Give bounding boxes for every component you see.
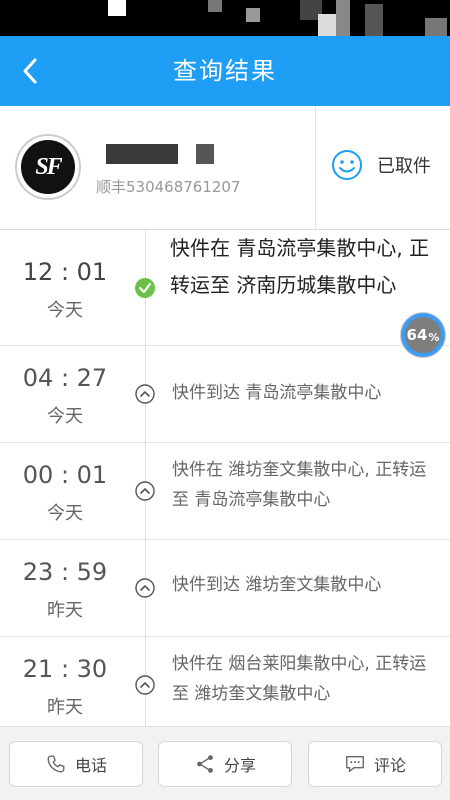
chevron-up-circle-icon: [135, 578, 155, 598]
smiley-icon: [332, 150, 362, 180]
package-card: SF 顺丰530468761207 已取件: [0, 106, 450, 230]
chevron-up-circle-icon: [135, 481, 155, 501]
timeline-day: 今天: [47, 300, 83, 321]
timeline-day: 昨天: [47, 600, 83, 621]
comment-label: 评论: [373, 756, 406, 775]
timeline-day: 昨天: [47, 697, 83, 718]
redacted-name-2: [196, 144, 214, 164]
timeline-day: 今天: [47, 406, 83, 427]
progress-unit: %: [428, 330, 440, 344]
comment-icon: [346, 755, 364, 773]
status-bar: [0, 0, 450, 36]
chevron-up-circle-icon: [135, 675, 155, 695]
progress-badge[interactable]: 64%: [401, 313, 445, 357]
phone-icon: [47, 755, 65, 773]
timeline-time: 23 : 59: [22, 558, 108, 586]
page-title: 查询结果: [173, 57, 277, 85]
phone-label: 电话: [74, 756, 107, 775]
timeline-time: 12 : 01: [22, 258, 108, 286]
share-icon: [197, 755, 213, 773]
timeline-text: 快件在 烟台莱阳集散中心, 正转运至 潍坊奎文集散中心: [172, 654, 427, 704]
timeline-time: 21 : 30: [22, 655, 108, 683]
timeline-text: 快件在 青岛流亭集散中心, 正转运至 济南历城集散中心: [170, 236, 430, 297]
comment-button[interactable]: 评论: [308, 741, 442, 787]
share-button[interactable]: 分享: [158, 741, 292, 787]
tracking-number: 顺丰530468761207: [96, 178, 241, 196]
bottom-action-bar: 电话 分享 评论: [0, 726, 450, 800]
timeline-item: 21 : 30 昨天 快件在 烟台莱阳集散中心, 正转运至 潍坊奎文集散中心: [0, 637, 450, 726]
title-bar: 查询结果: [0, 36, 450, 106]
chevron-up-circle-icon: [135, 384, 155, 404]
timeline-text: 快件在 潍坊奎文集散中心, 正转运至 青岛流亭集散中心: [172, 460, 427, 510]
timeline-text: 快件到达 青岛流亭集散中心: [172, 383, 382, 403]
carrier-logo-text: SF: [35, 153, 62, 180]
timeline-day: 今天: [47, 503, 83, 524]
phone-button[interactable]: 电话: [9, 741, 143, 787]
tracking-timeline[interactable]: 12 : 01 今天 快件在 青岛流亭集散中心, 正转运至 济南历城集散中心 0…: [0, 230, 450, 726]
timeline-time: 04 : 27: [22, 364, 108, 392]
progress-value: 64: [406, 326, 428, 344]
timeline-item: 00 : 01 今天 快件在 潍坊奎文集散中心, 正转运至 青岛流亭集散中心: [0, 443, 450, 540]
redacted-name: [106, 144, 178, 164]
share-label: 分享: [223, 756, 256, 775]
carrier-logo: SF: [15, 134, 81, 200]
timeline-time: 00 : 01: [22, 461, 108, 489]
check-circle-icon: [135, 278, 155, 298]
timeline-item: 04 : 27 今天 快件到达 青岛流亭集散中心: [0, 346, 450, 443]
timeline-item: 23 : 59 昨天 快件到达 潍坊奎文集散中心: [0, 540, 450, 637]
status-label: 已取件: [377, 156, 431, 177]
timeline-item: 12 : 01 今天 快件在 青岛流亭集散中心, 正转运至 济南历城集散中心: [0, 230, 450, 346]
divider: [315, 106, 316, 230]
timeline-text: 快件到达 潍坊奎文集散中心: [172, 575, 382, 595]
